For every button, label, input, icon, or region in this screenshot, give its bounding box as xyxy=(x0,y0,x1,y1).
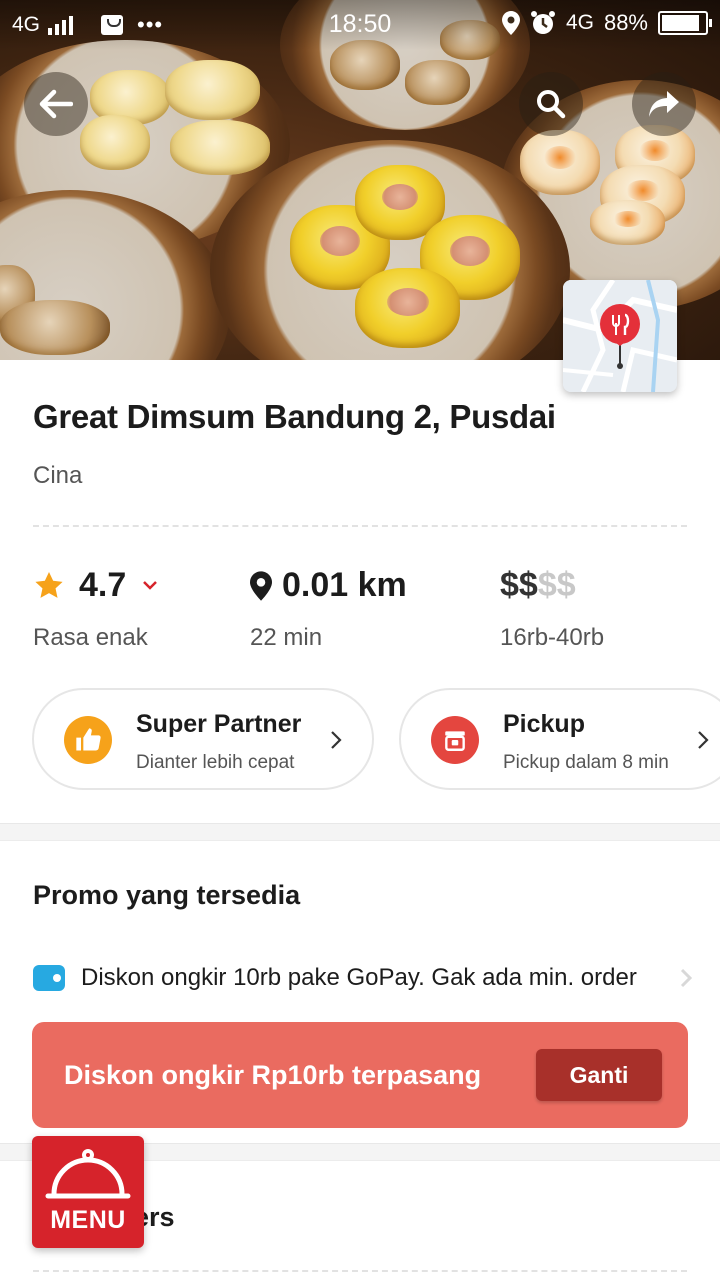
section-separator xyxy=(0,823,720,841)
divider xyxy=(33,1270,687,1272)
wallet-icon xyxy=(33,965,65,991)
menu-button[interactable]: MENU xyxy=(32,1136,144,1248)
rating-value: 4.7 xyxy=(79,566,127,604)
rating-label: Rasa enak xyxy=(33,624,148,651)
status-time: 18:50 xyxy=(328,10,392,38)
chevron-right-icon xyxy=(680,968,693,988)
network-type-right: 4G xyxy=(565,11,594,34)
map-thumbnail[interactable] xyxy=(563,280,677,392)
divider xyxy=(33,525,687,527)
chevron-down-icon xyxy=(143,580,158,590)
badge-title: Pickup xyxy=(503,710,585,738)
back-button[interactable] xyxy=(24,72,88,136)
banner-text: Diskon ongkir Rp10rb terpasang xyxy=(64,1060,482,1090)
signal-icon xyxy=(48,15,74,35)
store-icon xyxy=(431,716,479,764)
restaurant-name: Great Dimsum Bandung 2, Pusdai xyxy=(33,398,556,435)
battery-icon xyxy=(658,11,712,35)
price-active: $$ xyxy=(500,566,538,604)
cuisine-label: Cina xyxy=(33,462,83,489)
share-icon xyxy=(649,91,679,117)
map-restaurant-pin-icon xyxy=(563,280,677,392)
price-inactive: $$ xyxy=(537,566,576,604)
pickup-badge[interactable]: Pickup Pickup dalam 8 min xyxy=(399,688,720,790)
search-icon xyxy=(537,90,566,119)
badge-subtitle: Dianter lebih cepat xyxy=(136,752,295,773)
applied-promo-banner: Diskon ongkir Rp10rb terpasang Ganti xyxy=(32,1022,688,1128)
super-partner-badge[interactable]: Super Partner Dianter lebih cepat xyxy=(32,688,374,790)
rating[interactable]: 4.7 xyxy=(33,566,158,605)
location-icon xyxy=(501,11,520,35)
delivery-time: 22 min xyxy=(250,624,323,651)
status-bar: 4G ••• 18:50 4G 88% xyxy=(0,0,720,50)
distance: 0.01 km xyxy=(250,566,407,605)
promo-section-title: Promo yang tersedia xyxy=(33,880,301,910)
price-range: 16rb-40rb xyxy=(500,624,605,651)
badge-title: Super Partner xyxy=(136,710,302,738)
thumbs-up-icon xyxy=(64,716,112,764)
price-level: $$ $$ xyxy=(500,566,576,605)
menu-label: MENU xyxy=(50,1206,126,1234)
distance-value: 0.01 km xyxy=(282,566,407,604)
cloche-icon xyxy=(45,1149,131,1199)
badge-subtitle: Pickup dalam 8 min xyxy=(503,752,669,773)
gopay-promo-item[interactable]: Diskon ongkir 10rb pake GoPay. Gak ada m… xyxy=(33,960,693,996)
alarm-icon xyxy=(530,11,555,34)
share-button[interactable] xyxy=(632,72,696,136)
arrow-left-icon xyxy=(39,89,73,119)
star-icon xyxy=(35,571,63,598)
battery-percent: 88% xyxy=(603,10,648,35)
shopping-bag-icon xyxy=(101,15,124,35)
network-type: 4G xyxy=(12,13,41,36)
promo-text: Diskon ongkir 10rb pake GoPay. Gak ada m… xyxy=(81,964,637,991)
chevron-right-icon xyxy=(331,731,342,749)
more-notifications-icon: ••• xyxy=(137,12,164,37)
chevron-right-icon xyxy=(698,731,709,749)
search-button[interactable] xyxy=(519,72,583,136)
location-pin-icon xyxy=(250,570,272,601)
change-promo-button[interactable]: Ganti xyxy=(536,1049,662,1101)
